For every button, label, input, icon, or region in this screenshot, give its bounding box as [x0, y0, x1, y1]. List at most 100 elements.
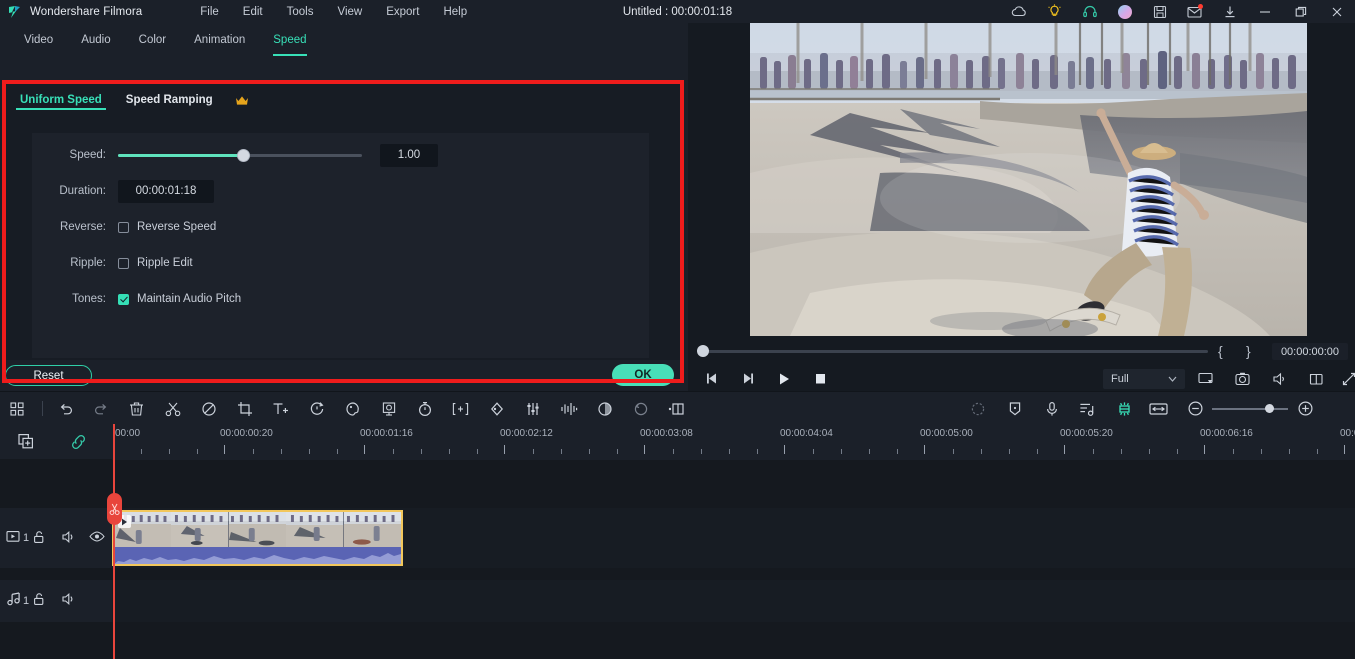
lightbulb-icon[interactable] — [1037, 0, 1072, 23]
app-logo-icon — [7, 4, 23, 20]
ok-button[interactable]: OK — [612, 364, 674, 386]
ripple-edit-label[interactable]: Ripple Edit — [137, 257, 193, 269]
audio-mix-icon[interactable] — [592, 396, 617, 421]
avatar-icon[interactable] — [1107, 0, 1142, 23]
video-track-number: 1 — [23, 532, 30, 544]
volume-icon[interactable] — [1262, 366, 1296, 391]
maximize-button[interactable] — [1283, 0, 1319, 23]
download-icon[interactable] — [1212, 0, 1247, 23]
headset-icon[interactable] — [1072, 0, 1107, 23]
speed-value-input[interactable]: 1.00 — [380, 143, 438, 167]
speed-slider-handle[interactable] — [237, 148, 250, 162]
stabilize-icon[interactable] — [448, 396, 473, 421]
quality-value: Full — [1111, 373, 1129, 385]
playhead-handle[interactable] — [107, 493, 122, 525]
mark-out-button[interactable]: } — [1246, 343, 1251, 359]
snap-magnet-icon[interactable] — [1112, 396, 1137, 421]
audio-wave-icon[interactable] — [556, 396, 581, 421]
zoom-out-icon[interactable] — [1183, 396, 1208, 421]
audio-track-icon[interactable] — [6, 592, 21, 606]
subtab-speed-ramping[interactable]: Speed Ramping — [118, 89, 221, 111]
clip-thumbnail — [286, 512, 344, 548]
timeline-ruler[interactable]: 00:00 00:00:00:20 00:00:01:16 00:00:02:1… — [112, 424, 1355, 460]
mark-in-button[interactable]: { — [1218, 343, 1223, 359]
tab-audio[interactable]: Audio — [67, 30, 124, 50]
redo-icon[interactable] — [88, 396, 113, 421]
speed-settings-panel: Uniform Speed Speed Ramping Speed: 1.00 … — [6, 84, 680, 379]
tab-video[interactable]: Video — [10, 30, 67, 50]
play-icon[interactable] — [766, 366, 802, 391]
ripple-edit-checkbox[interactable] — [118, 257, 129, 269]
color-icon[interactable] — [340, 396, 365, 421]
stop-icon[interactable] — [802, 366, 838, 391]
reverse-speed-label[interactable]: Reverse Speed — [137, 221, 216, 233]
clip-thumbnail — [343, 512, 401, 548]
adjust-icon[interactable] — [520, 396, 545, 421]
maintain-audio-pitch-label[interactable]: Maintain Audio Pitch — [137, 293, 241, 305]
preview-scrubber[interactable] — [704, 350, 1208, 353]
tab-color[interactable]: Color — [125, 30, 180, 50]
video-clip[interactable] — [112, 510, 403, 566]
marker-icon[interactable] — [1002, 396, 1027, 421]
audio-detach-icon[interactable] — [1075, 396, 1100, 421]
zoom-slider[interactable] — [1212, 408, 1288, 410]
maintain-audio-pitch-checkbox[interactable] — [118, 293, 129, 305]
next-frame-icon[interactable] — [730, 366, 766, 391]
subtab-uniform-speed[interactable]: Uniform Speed — [12, 89, 110, 111]
text-icon[interactable] — [268, 396, 293, 421]
menu-help[interactable]: Help — [431, 4, 479, 20]
preview-scrubber-handle[interactable] — [697, 345, 709, 357]
menu-file[interactable]: File — [188, 4, 231, 20]
menu-view[interactable]: View — [325, 4, 374, 20]
save-icon[interactable] — [1142, 0, 1177, 23]
speed-icon[interactable] — [304, 396, 329, 421]
timer-icon[interactable] — [412, 396, 437, 421]
menu-export[interactable]: Export — [374, 4, 431, 20]
fullscreen-icon[interactable] — [1332, 366, 1355, 391]
video-track-icon[interactable] — [6, 530, 21, 543]
render-preview-icon[interactable] — [965, 396, 990, 421]
minimize-button[interactable] — [1247, 0, 1283, 23]
zoom-slider-handle[interactable] — [1265, 404, 1274, 413]
reset-button[interactable]: Reset — [5, 365, 92, 386]
crop-icon[interactable] — [232, 396, 257, 421]
prev-frame-icon[interactable] — [694, 366, 730, 391]
menu-tools[interactable]: Tools — [275, 4, 326, 20]
add-track-icon[interactable] — [17, 433, 37, 451]
mute-icon[interactable] — [61, 592, 76, 606]
cloud-icon[interactable] — [1002, 0, 1037, 23]
split-icon[interactable] — [160, 396, 185, 421]
mute-icon[interactable] — [61, 530, 76, 544]
mail-icon[interactable] — [1177, 0, 1212, 23]
green-screen-icon[interactable] — [376, 396, 401, 421]
eye-icon[interactable] — [89, 530, 105, 543]
speed-slider[interactable] — [118, 148, 362, 162]
unlock-icon[interactable] — [32, 530, 46, 544]
close-button[interactable] — [1319, 0, 1355, 23]
delete-icon[interactable] — [124, 396, 149, 421]
grid-view-icon[interactable] — [4, 396, 29, 421]
duration-input[interactable]: 00:00:01:18 — [118, 179, 214, 203]
link-icon[interactable] — [69, 434, 88, 450]
freeze-frame-icon[interactable] — [664, 396, 689, 421]
ruler-label: 00:00 — [115, 428, 141, 439]
reverse-speed-checkbox[interactable] — [118, 221, 129, 233]
screen-icon[interactable] — [1188, 366, 1222, 391]
audio-track-lane[interactable] — [112, 580, 1355, 622]
fit-timeline-icon[interactable] — [1146, 396, 1171, 421]
split-view-icon[interactable] — [1299, 366, 1333, 391]
unlock-icon[interactable] — [32, 592, 46, 606]
quality-select[interactable]: Full — [1103, 369, 1185, 389]
rotate-icon[interactable] — [628, 396, 653, 421]
tab-animation[interactable]: Animation — [180, 30, 259, 50]
toolbar-divider — [42, 401, 43, 416]
snapshot-icon[interactable] — [1225, 366, 1259, 391]
menu-edit[interactable]: Edit — [231, 4, 275, 20]
zoom-in-icon[interactable] — [1293, 396, 1318, 421]
tab-speed[interactable]: Speed — [259, 30, 320, 56]
keyframe-icon[interactable] — [484, 396, 509, 421]
voiceover-icon[interactable] — [1039, 396, 1064, 421]
video-preview[interactable] — [750, 23, 1307, 336]
mask-icon[interactable] — [196, 396, 221, 421]
undo-icon[interactable] — [53, 396, 78, 421]
